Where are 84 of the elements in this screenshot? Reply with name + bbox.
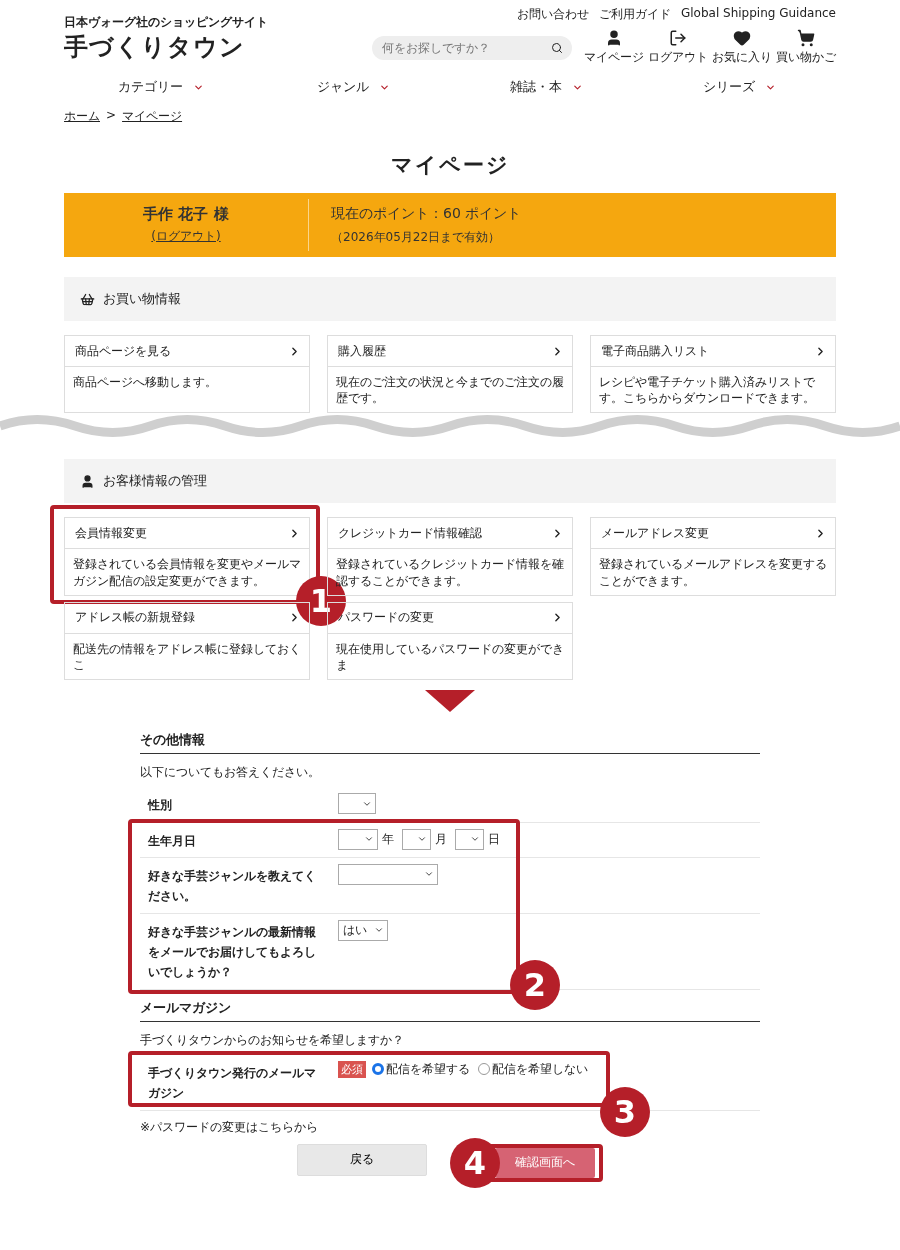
field-label: 手づくりタウン発行のメールマガジン — [148, 1064, 317, 1103]
radio-option[interactable]: 配信を希望する — [372, 1060, 470, 1078]
select-field[interactable] — [402, 828, 431, 850]
card-title: クレジットカード情報確認 — [338, 525, 482, 541]
header-icon-link[interactable]: ログアウト — [648, 29, 708, 66]
heart-icon — [733, 29, 751, 47]
nav-menu-item[interactable]: 雑誌・本 — [510, 78, 583, 96]
radio-option[interactable]: 配信を希望しない — [478, 1060, 588, 1078]
section-title: お買い物情報 — [103, 290, 181, 308]
select-field[interactable] — [338, 828, 378, 850]
menu-card[interactable]: クレジットカード情報確認 登録されているクレジットカード情報を確認することができます。 — [327, 517, 573, 596]
card-description: 商品ページへ移動します。 — [72, 374, 218, 391]
card-description: 登録されているメールアドレスを変更することができます。 — [598, 556, 828, 590]
site-logo[interactable]: 手づくりタウン — [64, 31, 268, 63]
logout-icon — [669, 29, 687, 47]
select-field[interactable] — [455, 828, 484, 850]
menu-card[interactable]: 購入履歴 現在のご注文の状況と今までのご注文の履歴です。 — [327, 335, 573, 414]
card-description: レシピや電子チケット購入済みリストです。こちらからダウンロードできます。 — [598, 374, 816, 408]
select-field[interactable]: はい — [338, 919, 388, 941]
form-heading: メールマガジン — [140, 999, 760, 1022]
card-title: 会員情報変更 — [75, 525, 147, 541]
menu-card[interactable]: メールアドレス変更 登録されているメールアドレスを変更することができます。 — [590, 517, 836, 596]
points-text: 現在のポイント：60 ポイント — [331, 204, 522, 223]
down-arrow-icon — [425, 690, 475, 713]
header-icon-link[interactable]: 買い物かご — [776, 29, 836, 66]
dropdown-icon — [417, 834, 427, 844]
dropdown-icon — [364, 834, 374, 844]
nav-menu-item[interactable]: シリーズ — [703, 78, 776, 96]
card-description: 登録されているクレジットカード情報を確認することができます。 — [335, 556, 565, 590]
menu-card[interactable]: 商品ページを見る 商品ページへ移動します。 — [64, 335, 310, 414]
dropdown-icon — [470, 834, 480, 844]
search-icon[interactable] — [551, 41, 563, 54]
header-link[interactable]: お問い合わせ — [516, 6, 589, 23]
person-icon — [80, 473, 95, 489]
card-description: 現在使用しているパスワードの変更ができま — [335, 640, 565, 674]
basket-icon — [80, 291, 95, 307]
date-unit: 月 — [435, 830, 447, 848]
logout-link[interactable]: (ログアウト) — [151, 228, 221, 245]
card-description: 登録されている会員情報を変更やメールマガジン配信の設定変更ができます。 — [72, 556, 302, 590]
confirm-button[interactable]: 確認画面へ — [495, 1147, 595, 1178]
card-title: 商品ページを見る — [75, 343, 171, 359]
form-heading: その他情報 — [140, 732, 760, 755]
site-tagline: 日本ヴォーグ社のショッピングサイト — [64, 14, 268, 31]
field-label: 生年月日 — [148, 832, 197, 850]
password-note: ※パスワードの変更はこちらから — [140, 1118, 320, 1136]
person-icon — [605, 29, 623, 47]
step-badge: 3 — [600, 1086, 650, 1137]
card-description: 配送先の情報をアドレス帳に登録しておくこ — [72, 640, 302, 674]
required-tag: 必須 — [338, 1060, 366, 1078]
header-icon-link[interactable]: お気に入り — [712, 29, 772, 66]
breadcrumb-link[interactable]: ホーム — [64, 108, 100, 125]
card-description: 現在のご注文の状況と今までのご注文の履歴です。 — [335, 374, 565, 408]
nav-menu-item[interactable]: ジャンル — [317, 78, 390, 96]
back-button[interactable]: 戻る — [297, 1143, 427, 1176]
step-badge: 4 — [450, 1137, 500, 1188]
step-badge: 2 — [510, 959, 560, 1010]
cart-icon — [797, 29, 815, 47]
card-title: 購入履歴 — [338, 343, 386, 359]
search-field[interactable]: 何をお探しですか？ — [372, 35, 572, 60]
header-link[interactable]: ご利用ガイド — [598, 6, 671, 23]
select-field[interactable] — [338, 793, 376, 815]
date-unit: 日 — [488, 830, 500, 848]
breadcrumb-separator: > — [106, 108, 117, 124]
page-title: マイページ — [389, 152, 511, 179]
points-expiry: （2026年05月22日まで有効） — [331, 228, 502, 246]
nav-menu-item[interactable]: カテゴリー — [117, 78, 204, 96]
member-name: 手作 花子 様 — [143, 205, 229, 224]
form-intro: 手づくりタウンからのお知らせを希望しますか？ — [140, 1031, 405, 1049]
menu-card[interactable]: アドレス帳の新規登録 配送先の情報をアドレス帳に登録しておくこ — [64, 601, 310, 681]
card-title: 電子商品購入リスト — [601, 343, 709, 359]
field-label: 好きな手芸ジャンルの最新情報をメールでお届けしてもよろしいでしょうか？ — [148, 923, 317, 982]
card-title: メールアドレス変更 — [601, 525, 709, 541]
breadcrumb-link[interactable]: マイページ — [122, 108, 183, 125]
menu-card[interactable]: 電子商品購入リスト レシピや電子チケット購入済みリストです。こちらからダウンロードできます。 — [590, 335, 836, 414]
header-link[interactable]: Global Shipping Guidance — [680, 6, 836, 23]
select-field[interactable] — [338, 863, 438, 885]
field-label: 性別 — [148, 797, 173, 815]
field-label: 好きな手芸ジャンルを教えてください。 — [148, 867, 317, 906]
date-unit: 年 — [382, 830, 394, 848]
card-title: アドレス帳の新規登録 — [75, 610, 195, 626]
header-icon-link[interactable]: マイページ — [584, 29, 644, 66]
section-title: お客様情報の管理 — [103, 472, 207, 491]
card-title: パスワードの変更 — [338, 610, 434, 626]
form-intro: 以下についてもお答えください。 — [140, 764, 321, 782]
